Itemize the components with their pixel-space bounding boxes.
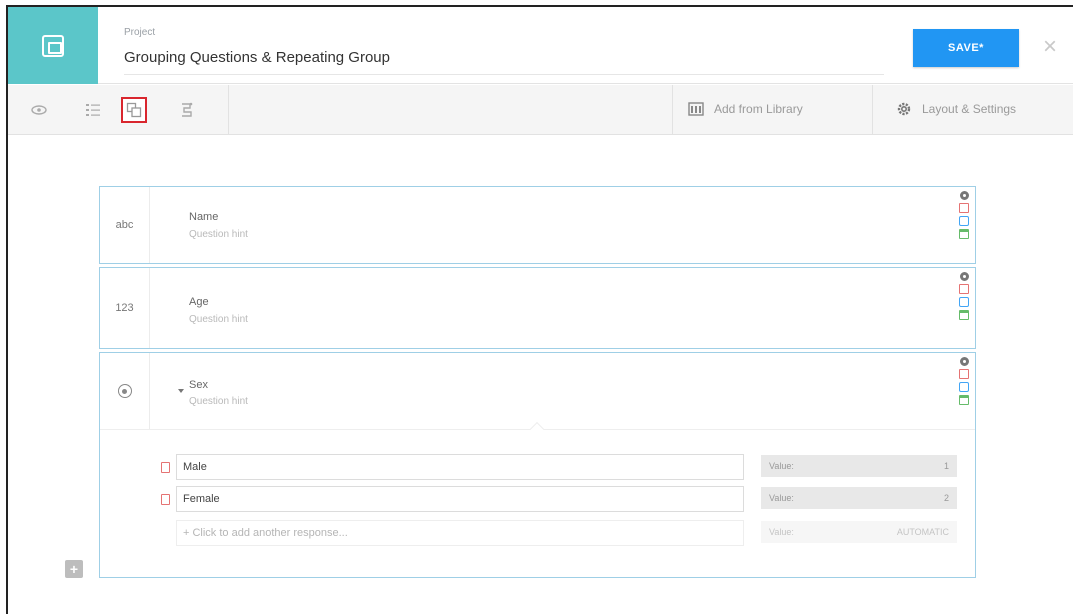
form-icon [42,34,64,57]
folder-icon[interactable] [959,310,969,320]
question-hint[interactable]: Question hint [189,396,248,407]
question-type-text: abc [100,187,150,263]
add-question-button[interactable]: + [65,560,83,578]
radio-select-icon [117,384,132,398]
choice-value-field[interactable]: Value: 2 [761,487,957,509]
gear-icon[interactable] [959,357,969,366]
add-from-library-button[interactable]: Add from Library [688,101,803,117]
choice-label-input[interactable]: Female [176,486,744,512]
question-label[interactable]: Age [189,296,209,308]
question-label[interactable]: Name [189,211,218,223]
value-label: Value: [769,527,794,537]
title-underline [124,74,884,75]
chevron-down-icon[interactable] [178,389,184,393]
question-type-select [100,353,150,429]
question-card-sex[interactable]: Sex Question hint Male Value: 1 Female V… [99,352,976,578]
trash-icon[interactable] [959,369,969,379]
copy-icon[interactable] [959,297,969,307]
group-questions-icon[interactable] [121,97,147,123]
value-number: 2 [943,493,949,503]
question-actions [956,357,972,405]
add-response-row: + Click to add another response... Value… [100,520,975,546]
question-type-number: 123 [100,268,150,348]
form-builder-window: Project Grouping Questions & Repeating G… [6,5,1073,614]
skip-logic-icon[interactable] [174,97,200,123]
app-logo[interactable] [8,7,98,84]
add-from-library-label: Add from Library [714,102,803,116]
list-icon[interactable] [80,97,106,123]
toolbar-divider [228,85,229,135]
trash-icon[interactable] [161,462,170,473]
choice-value-field[interactable]: Value: 1 [761,455,957,477]
gear-icon[interactable] [959,272,969,281]
question-label[interactable]: Sex [189,379,208,391]
eye-icon[interactable] [26,97,52,123]
question-card-name[interactable]: abc Name Question hint [99,186,976,264]
value-label: Value: [769,493,794,503]
copy-icon[interactable] [959,382,969,392]
save-button[interactable]: SAVE* [913,29,1019,67]
close-icon[interactable]: × [1038,35,1062,59]
gear-icon[interactable] [959,191,969,200]
choice-label-input[interactable]: Male [176,454,744,480]
folder-icon[interactable] [959,229,969,239]
skip-logic-icon-svg [182,102,193,117]
choices-pointer [529,421,545,437]
eye-icon-svg [31,105,47,115]
toolbar-divider [872,85,873,135]
library-icon [688,102,704,116]
header: Project Grouping Questions & Repeating G… [8,7,1073,84]
trash-icon[interactable] [959,203,969,213]
trash-icon[interactable] [959,284,969,294]
auto-value-field: Value: AUTOMATIC [761,521,957,543]
layout-settings-button[interactable]: Layout & Settings [896,101,1016,117]
question-card-age[interactable]: 123 Age Question hint [99,267,976,349]
layout-settings-label: Layout & Settings [922,102,1017,116]
folder-icon[interactable] [959,395,969,405]
toolbar: Add from Library Layout & Settings [8,85,1073,135]
value-number: 1 [943,461,949,471]
choice-row: Male Value: 1 [100,454,975,480]
toolbar-divider [672,85,673,135]
gear-icon [897,102,911,116]
list-icon-svg [86,104,100,116]
trash-icon[interactable] [161,494,170,505]
question-actions [956,272,972,320]
value-label: Value: [769,461,794,471]
value-automatic: AUTOMATIC [896,527,949,537]
add-response-input[interactable]: + Click to add another response... [176,520,744,546]
question-hint[interactable]: Question hint [189,229,248,240]
project-label: Project [124,27,156,38]
project-title[interactable]: Grouping Questions & Repeating Group [124,49,390,66]
choice-row: Female Value: 2 [100,486,975,512]
question-hint[interactable]: Question hint [189,314,248,325]
group-questions-icon-svg [126,102,142,118]
copy-icon[interactable] [959,216,969,226]
question-actions [956,191,972,239]
